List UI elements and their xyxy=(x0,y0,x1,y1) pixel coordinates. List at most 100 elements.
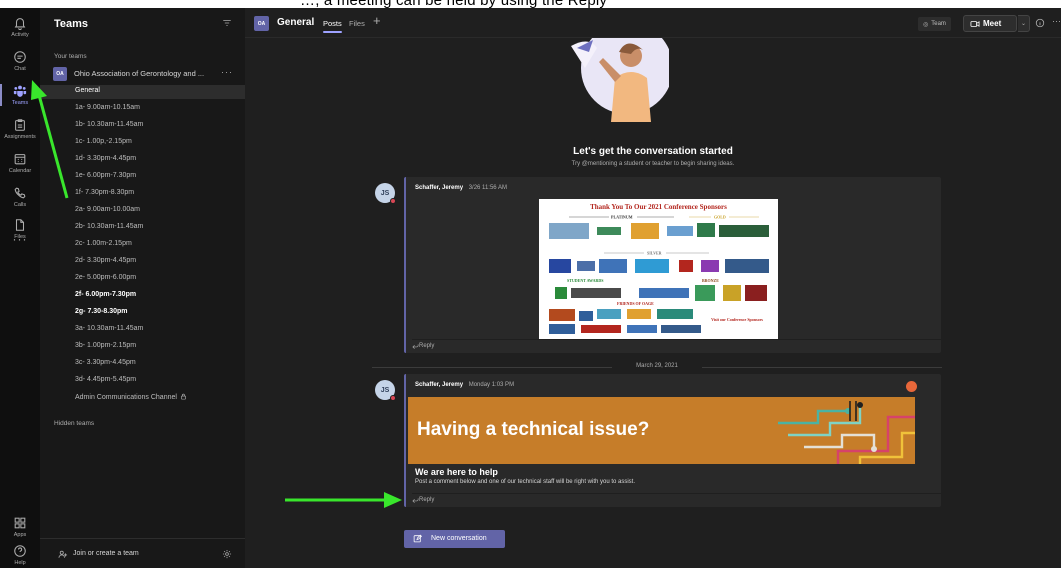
help-body: Post a comment below and one of our tech… xyxy=(415,479,636,485)
post-author[interactable]: Schaffer, Jeremy xyxy=(415,382,463,388)
camera-icon xyxy=(970,21,980,27)
bell-icon xyxy=(14,18,26,30)
channel-label: General xyxy=(75,87,100,94)
channel-header: OA General Posts Files + ◎ Team Meet ⌄ ··… xyxy=(245,8,1061,38)
team-name: Ohio Association of Gerontology and ... xyxy=(74,69,205,78)
rail-calls[interactable]: Calls xyxy=(0,180,40,214)
lock-icon xyxy=(181,393,186,400)
apps-icon xyxy=(14,517,26,529)
team-more-icon[interactable]: ··· xyxy=(221,67,233,77)
channel-item[interactable]: 2a- 9.00am-10.00am xyxy=(40,204,245,218)
hidden-teams-label: Hidden teams xyxy=(54,420,95,427)
teams-app: Activity Chat Teams Assignments Calendar… xyxy=(0,8,1061,568)
channel-item[interactable]: 1b- 10.30am-11.45am xyxy=(40,119,245,133)
channel-general[interactable]: General xyxy=(40,85,245,99)
channel-item[interactable]: 2c- 1.00m-2.15pm xyxy=(40,238,245,252)
post-time: Monday 1:03 PM xyxy=(468,382,515,388)
meet-button[interactable]: Meet xyxy=(963,15,1017,32)
channel-item[interactable]: 1d- 3.30pm-4.45pm xyxy=(40,153,245,167)
panel-title: Teams xyxy=(54,18,89,30)
rail-label: Calls xyxy=(13,202,27,208)
channel-item[interactable]: 3d- 4.45pm-5.45pm xyxy=(40,374,245,388)
reply-bar[interactable]: Reply xyxy=(412,493,943,507)
rail-label: Assignments xyxy=(4,134,36,140)
channel-label: 1a- 9.00am-10.15am xyxy=(75,104,140,111)
presence-badge xyxy=(390,395,396,401)
reply-arrow-icon xyxy=(412,498,419,503)
teams-panel: Teams Your teams OA Ohio Association of … xyxy=(40,8,245,568)
rail-label: Teams xyxy=(11,100,29,106)
channel-label: 3c- 3.30pm-4.45pm xyxy=(75,359,136,366)
channel-item[interactable]: 1a- 9.00am-10.15am xyxy=(40,102,245,116)
channel-item-admin[interactable]: Admin Communications Channel xyxy=(40,391,245,405)
date-separator-label: March 29, 2021 xyxy=(636,363,678,369)
channel-item-unread[interactable]: 2f- 6.00pm-7.30pm xyxy=(40,289,245,303)
rail-chat[interactable]: Chat xyxy=(0,44,40,78)
channel-label: 2c- 1.00m-2.15pm xyxy=(75,240,132,247)
channel-label: 2e- 5.00pm-6.00pm xyxy=(75,274,137,281)
team-row[interactable]: OA Ohio Association of Gerontology and .… xyxy=(40,66,245,82)
assignments-icon xyxy=(15,119,25,131)
new-conversation-label: New conversation xyxy=(431,535,487,542)
channel-label: 2g- 7.30-8.30pm xyxy=(75,308,128,315)
circuit-graphic xyxy=(778,401,915,464)
reply-bar[interactable]: Reply xyxy=(412,339,943,353)
calendar-icon xyxy=(14,154,26,165)
channel-item[interactable]: 2d- 3.30pm-4.45pm xyxy=(40,255,245,269)
channel-label: Admin Communications Channel xyxy=(75,393,187,401)
channel-item[interactable]: 2b- 10.30am-11.45am xyxy=(40,221,245,235)
gear-icon[interactable] xyxy=(222,549,232,559)
rail-calendar[interactable]: Calendar xyxy=(0,146,40,180)
tier-student: STUDENT AWARDS xyxy=(567,278,604,283)
channel-item[interactable]: 3b- 1.00pm-2.15pm xyxy=(40,340,245,354)
tab-posts[interactable]: Posts xyxy=(323,19,342,33)
rail-more-icon[interactable]: ··· xyxy=(0,232,40,246)
new-conversation-button[interactable]: New conversation xyxy=(404,530,505,548)
add-tab-icon[interactable]: + xyxy=(373,13,381,28)
info-icon[interactable] xyxy=(1035,18,1045,28)
file-icon xyxy=(15,219,25,231)
channel-item[interactable]: 1c- 1.00p,-2.15pm xyxy=(40,136,245,150)
channel-title: General xyxy=(277,17,315,28)
team-avatar: OA xyxy=(53,67,67,81)
tier-silver: SILVER xyxy=(647,251,662,256)
rail-label: Chat xyxy=(14,66,26,72)
channel-item[interactable]: 3a- 10.30am-11.45am xyxy=(40,323,245,337)
sponsor-title: Thank You To Our 2021 Conference Sponsor… xyxy=(590,203,727,211)
post-author[interactable]: Schaffer, Jeremy xyxy=(415,185,463,191)
rail-label: Activity xyxy=(11,32,29,38)
tier-friends: FRIENDS OF OAGE xyxy=(617,301,654,306)
channel-label: 2a- 9.00am-10.00am xyxy=(75,206,140,213)
chat-icon xyxy=(14,51,26,63)
channel-label: 1d- 3.30pm-4.45pm xyxy=(75,155,137,162)
channel-item[interactable]: 3c- 3.30pm-4.45pm xyxy=(40,357,245,371)
rail-teams[interactable]: Teams xyxy=(0,78,40,112)
channel-team-avatar: OA xyxy=(254,16,269,31)
separator-line xyxy=(702,367,942,368)
channel-item[interactable]: 2e- 5.00pm-6.00pm xyxy=(40,272,245,286)
rail-assignments[interactable]: Assignments xyxy=(0,112,40,146)
chevron-down-icon[interactable]: ⌄ xyxy=(1018,15,1030,32)
channel-item[interactable]: 1f- 7.30pm-8.30pm xyxy=(40,187,245,201)
conversation-illustration xyxy=(571,38,669,122)
sponsor-image[interactable]: Thank You To Our 2021 Conference Sponsor… xyxy=(539,199,778,339)
team-button[interactable]: ◎ Team xyxy=(918,17,951,31)
tier-bronze: BRONZE xyxy=(702,278,719,283)
join-create-team-link[interactable]: Join or create a team xyxy=(73,550,139,557)
banner-title: Having a technical issue? xyxy=(417,419,650,440)
tier-gold: GOLD xyxy=(714,215,726,220)
date-separator: March 29, 2021 xyxy=(372,362,942,372)
filter-icon[interactable] xyxy=(222,18,232,28)
rail-help[interactable]: Help xyxy=(0,538,40,568)
channel-label-text: Admin Communications Channel xyxy=(75,394,177,401)
reaction-icon[interactable] xyxy=(906,381,917,392)
channel-main: OA General Posts Files + ◎ Team Meet ⌄ ··… xyxy=(245,8,1061,568)
channel-item-unread[interactable]: 2g- 7.30-8.30pm xyxy=(40,306,245,320)
channel-item[interactable]: 1e- 6.00pm-7.30pm xyxy=(40,170,245,184)
post-card: Schaffer, Jeremy 3/26 11:56 AM Thank You… xyxy=(404,177,943,353)
reply-label: Reply xyxy=(419,497,435,503)
rail-activity[interactable]: Activity xyxy=(0,10,40,44)
more-options-icon[interactable]: ··· xyxy=(1052,16,1061,26)
channel-label: 2b- 10.30am-11.45am xyxy=(75,223,144,230)
tab-files[interactable]: Files xyxy=(349,19,365,28)
